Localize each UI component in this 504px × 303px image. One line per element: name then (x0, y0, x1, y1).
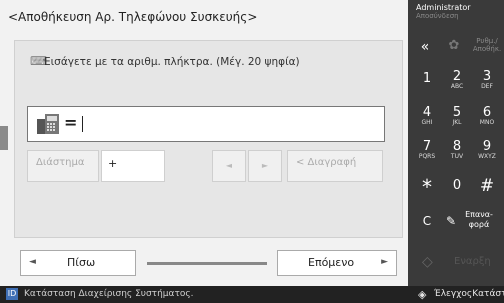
next-arrow-icon: ► (381, 257, 388, 267)
reset-label: Επανα- φορά (465, 210, 493, 229)
logout-button[interactable]: Αποσύνδεση (416, 12, 459, 20)
key-letters: DEF (481, 83, 493, 90)
page-title: <Αποθήκευση Αρ. Τηλεφώνου Συσκευής> (8, 10, 258, 24)
key-digit: 6 (482, 105, 492, 120)
key-letters: TUV (450, 153, 464, 160)
key-letters: GHI (421, 119, 433, 126)
input-value: = (64, 113, 78, 132)
start-button[interactable]: ◇ Εναρξη (414, 248, 500, 278)
key-digit: 2 (452, 69, 462, 84)
key-digit: 4 (422, 105, 432, 120)
gear-icon[interactable]: ✿ (446, 38, 462, 58)
clear-button[interactable]: C (414, 214, 440, 228)
text-caret (82, 116, 83, 132)
key-digit: 1 (422, 71, 432, 86)
key-letters: MNO (479, 119, 495, 126)
key-3[interactable]: 3 DEF (474, 70, 500, 90)
key-digit: 5 (452, 105, 462, 120)
key-letters: WXYZ (478, 153, 496, 160)
user-name: Administrator (416, 3, 471, 12)
side-tab[interactable] (0, 126, 8, 150)
key-letters: ABC (450, 83, 464, 90)
plus-button[interactable]: + (101, 150, 165, 182)
back-arrow-icon: ◄ (29, 257, 36, 267)
key-1[interactable]: 1 (414, 70, 440, 85)
back-button-label: Πίσω (67, 256, 96, 269)
back-button[interactable]: ◄ Πίσω (20, 250, 136, 276)
cursor-left-button[interactable]: ◄ (212, 150, 246, 182)
settings-register-button[interactable]: Ρυθμ./ Αποθήκ. (470, 37, 504, 53)
key-9[interactable]: 9 WXYZ (474, 140, 500, 160)
status-message: Κατάσταση Διαχείρισης Συστήματος. (24, 289, 194, 299)
key-hash[interactable]: # (474, 176, 500, 196)
cursor-right-button[interactable]: ► (248, 150, 282, 182)
keypad-back-button[interactable]: « (412, 36, 438, 60)
key-7[interactable]: 7 PQRS (414, 140, 440, 160)
key-4[interactable]: 4 GHI (414, 106, 440, 126)
phone-number-field[interactable] (27, 106, 385, 142)
space-button[interactable]: Διάστημα (27, 150, 99, 182)
key-star[interactable]: * (414, 175, 440, 199)
instruction-text: Εισάγετε με τα αριθμ. πλήκτρα. (Μέγ. 20 … (44, 56, 300, 68)
key-digit: 7 (422, 139, 432, 154)
next-button[interactable]: Επόμενο ► (277, 250, 397, 276)
step-progress-bar (147, 262, 267, 265)
key-8[interactable]: 8 TUV (444, 140, 470, 160)
key-digit: 8 (452, 139, 462, 154)
key-6[interactable]: 6 MNO (474, 106, 500, 126)
key-0[interactable]: 0 (444, 178, 470, 193)
fax-icon (36, 113, 60, 135)
delete-button[interactable]: < Διαγραφή (287, 150, 383, 182)
next-button-label: Επόμενο (308, 256, 355, 269)
reset-icon: ✎ (446, 214, 457, 228)
start-label: Εναρξη (454, 256, 491, 267)
status-id-icon: ID (6, 288, 18, 300)
key-letters: PQRS (418, 153, 436, 160)
key-5[interactable]: 5 JKL (444, 106, 470, 126)
key-2[interactable]: 2 ABC (444, 70, 470, 90)
status-monitor-icon[interactable]: ◈ (418, 288, 426, 301)
key-digit: 3 (482, 69, 492, 84)
status-monitor-button[interactable]: ΈλεγχοςΚατάστ (434, 289, 504, 299)
reset-button[interactable]: ✎ Επανα- φορά (446, 210, 502, 234)
start-icon: ◇ (422, 254, 433, 270)
key-digit: 9 (482, 139, 492, 154)
key-letters: JKL (452, 119, 462, 126)
